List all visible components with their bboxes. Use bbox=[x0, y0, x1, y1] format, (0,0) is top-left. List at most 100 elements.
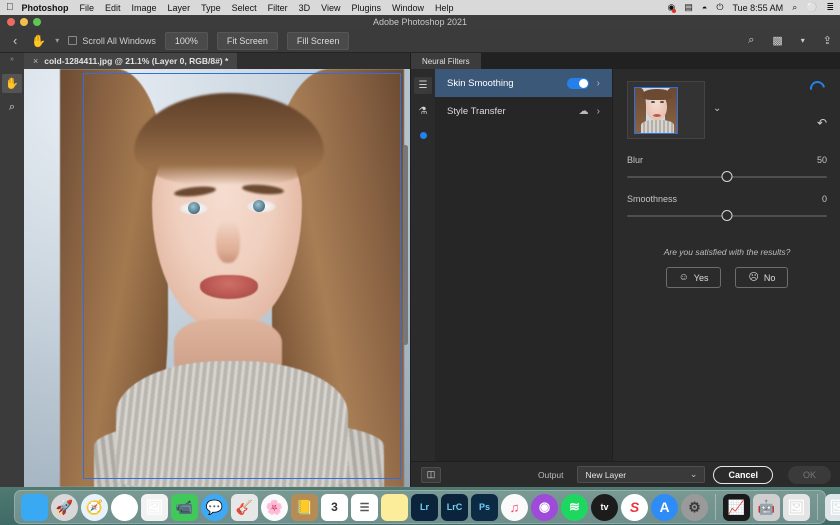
filter-item-style-transfer[interactable]: Style Transfer ☁ › bbox=[435, 97, 612, 125]
slider-blur-track[interactable] bbox=[627, 171, 827, 182]
preview-thumbnail-row: ⌄ bbox=[627, 81, 827, 139]
menu-item-file[interactable]: File bbox=[80, 3, 95, 13]
slider-smoothness-thumb[interactable] bbox=[721, 210, 733, 221]
dock-item-lightroom[interactable]: Lr bbox=[411, 493, 438, 521]
dock-item-preview[interactable]: 🖼 bbox=[141, 493, 168, 521]
document-canvas[interactable] bbox=[24, 69, 410, 487]
slider-blur-thumb[interactable] bbox=[721, 171, 733, 182]
chevron-left-icon[interactable]: ‹ bbox=[8, 33, 22, 48]
dock-item-contacts[interactable]: 📒 bbox=[291, 493, 318, 521]
tab-neural-filters[interactable]: Neural Filters bbox=[411, 53, 481, 69]
cancel-button[interactable]: Cancel bbox=[713, 465, 773, 484]
slider-smoothness-value: 0 bbox=[821, 194, 827, 204]
reset-icon[interactable]: ↶ bbox=[817, 116, 827, 130]
dock-item-sketch[interactable]: S bbox=[621, 493, 648, 521]
menu-item-filter[interactable]: Filter bbox=[268, 3, 288, 13]
filter-label: Style Transfer bbox=[447, 105, 506, 117]
zoom-tool[interactable]: ⌕ bbox=[2, 98, 22, 117]
dock-item-photoshop[interactable]: Ps bbox=[471, 493, 498, 521]
chevron-down-icon[interactable]: ⌄ bbox=[713, 103, 721, 114]
dock-item-app-store[interactable]: A bbox=[651, 493, 678, 521]
zoom-100-button[interactable]: 100% bbox=[164, 31, 208, 50]
dock-item-photos[interactable]: 🌸 bbox=[261, 493, 288, 521]
music-icon: ♫ bbox=[509, 499, 520, 515]
menu-item-photoshop[interactable]: Photoshop bbox=[22, 3, 69, 13]
dock-item-safari[interactable]: 🧭 bbox=[81, 493, 108, 521]
menu-item-image[interactable]: Image bbox=[132, 3, 157, 13]
dock-item-messages[interactable]: 💬 bbox=[201, 493, 228, 521]
dock-item-reminders[interactable]: ☰ bbox=[351, 493, 378, 521]
dock-item-spotify[interactable]: ≋ bbox=[561, 493, 588, 521]
menu-item-plugins[interactable]: Plugins bbox=[351, 3, 381, 13]
photo-nose bbox=[216, 221, 240, 263]
menu-item-3d[interactable]: 3D bbox=[299, 3, 311, 13]
slider-blur-value: 50 bbox=[816, 155, 827, 165]
filters-list-icon[interactable]: ☰ bbox=[414, 77, 432, 94]
feedback-no-button[interactable]: ☹ No bbox=[735, 267, 789, 288]
close-tab-icon[interactable]: × bbox=[33, 56, 38, 66]
filter-item-skin-smoothing[interactable]: Skin Smoothing › bbox=[435, 69, 612, 97]
panel-expand-nub[interactable]: » bbox=[0, 53, 24, 69]
portrait-photo bbox=[24, 69, 410, 487]
chevron-right-icon[interactable]: › bbox=[597, 106, 600, 117]
podcasts-icon: ◉ bbox=[538, 499, 551, 514]
cloud-download-icon[interactable]: ☁ bbox=[579, 106, 589, 117]
dock-item-system-preferences[interactable]: ⚙ bbox=[681, 493, 708, 521]
battery-icon[interactable]: ⏻ bbox=[716, 2, 723, 13]
dock-item-activity-monitor[interactable]: 📈 bbox=[723, 493, 750, 521]
hand-tool-icon[interactable]: ✋ bbox=[31, 34, 46, 48]
document-tab[interactable]: × cold-1284411.jpg @ 21.1% (Layer 0, RGB… bbox=[24, 53, 238, 69]
fill-screen-button[interactable]: Fill Screen bbox=[286, 31, 350, 50]
dock-item-podcasts[interactable]: ◉ bbox=[531, 493, 558, 521]
feedback-yes-button[interactable]: ☺ Yes bbox=[665, 267, 722, 288]
photo-sweater-collar bbox=[116, 361, 348, 487]
slider-smoothness-labels: Smoothness 0 bbox=[627, 194, 827, 204]
battery-monitor-icon[interactable]: ▤ bbox=[684, 2, 693, 13]
dock-item-music[interactable]: ♫ bbox=[501, 493, 528, 521]
dock-item-notes[interactable] bbox=[381, 493, 408, 521]
screen-record-icon[interactable]: ◉ bbox=[668, 2, 677, 13]
wifi-icon[interactable]: ◓ bbox=[702, 3, 707, 13]
chevron-right-icon[interactable]: › bbox=[597, 78, 600, 89]
spotify-icon: ≋ bbox=[569, 499, 580, 514]
share-icon[interactable]: ⇪ bbox=[823, 34, 832, 47]
skin-smoothing-toggle[interactable] bbox=[566, 77, 589, 89]
siri-icon[interactable]: ⚪ bbox=[806, 2, 817, 13]
search-icon[interactable]: ⌕ bbox=[748, 34, 754, 47]
dock-item-automator[interactable]: 🤖 bbox=[753, 493, 780, 521]
dock-item-lightroom-classic[interactable]: LrC bbox=[441, 493, 468, 521]
menu-item-select[interactable]: Select bbox=[232, 3, 257, 13]
menu-item-type[interactable]: Type bbox=[201, 3, 221, 13]
dock-item-garageband[interactable]: 🎸 bbox=[231, 493, 258, 521]
output-select[interactable]: New Layer ⌄ bbox=[577, 466, 706, 483]
dock-item-downloads-stack[interactable]: 🖼 bbox=[825, 493, 840, 521]
workspace-icon[interactable]: ▩ bbox=[772, 34, 782, 47]
dock-item-chrome[interactable] bbox=[111, 493, 138, 521]
dock-item-apple-tv[interactable]: tv bbox=[591, 493, 618, 521]
photo-lips bbox=[200, 275, 258, 299]
menu-item-help[interactable]: Help bbox=[435, 3, 454, 13]
chevron-down-icon[interactable]: ▾ bbox=[801, 36, 805, 45]
hand-tool[interactable]: ✋ bbox=[2, 74, 22, 93]
compare-split-icon[interactable]: ◫ bbox=[421, 466, 441, 483]
menu-item-layer[interactable]: Layer bbox=[168, 3, 191, 13]
spotlight-search-icon[interactable]: ⌕ bbox=[792, 2, 797, 13]
dock-item-launchpad[interactable]: 🚀 bbox=[51, 493, 78, 521]
filter-preview-thumbnail[interactable] bbox=[627, 81, 705, 139]
dock-item-finder[interactable] bbox=[21, 493, 48, 521]
apple-icon[interactable]:  bbox=[6, 2, 14, 13]
menu-item-window[interactable]: Window bbox=[392, 3, 424, 13]
fit-screen-button[interactable]: Fit Screen bbox=[216, 31, 278, 50]
dock-item-facetime[interactable]: 📹 bbox=[171, 493, 198, 521]
scroll-all-windows-checkbox[interactable]: Scroll All Windows bbox=[68, 36, 156, 46]
beta-filters-icon[interactable]: ⚗ bbox=[414, 103, 432, 120]
chevron-down-icon[interactable]: ▾ bbox=[55, 36, 59, 45]
canvas-vertical-scrollbar[interactable] bbox=[403, 145, 408, 345]
control-center-icon[interactable]: ≣ bbox=[826, 2, 834, 13]
menu-bar-clock[interactable]: Tue 8:55 AM bbox=[732, 3, 783, 13]
menu-item-edit[interactable]: Edit bbox=[105, 3, 121, 13]
slider-smoothness-track[interactable] bbox=[627, 210, 827, 221]
menu-item-view[interactable]: View bbox=[321, 3, 340, 13]
dock-item-calendar[interactable]: 3 bbox=[321, 493, 348, 521]
dock-item-image-capture[interactable]: 🖼 bbox=[783, 493, 810, 521]
